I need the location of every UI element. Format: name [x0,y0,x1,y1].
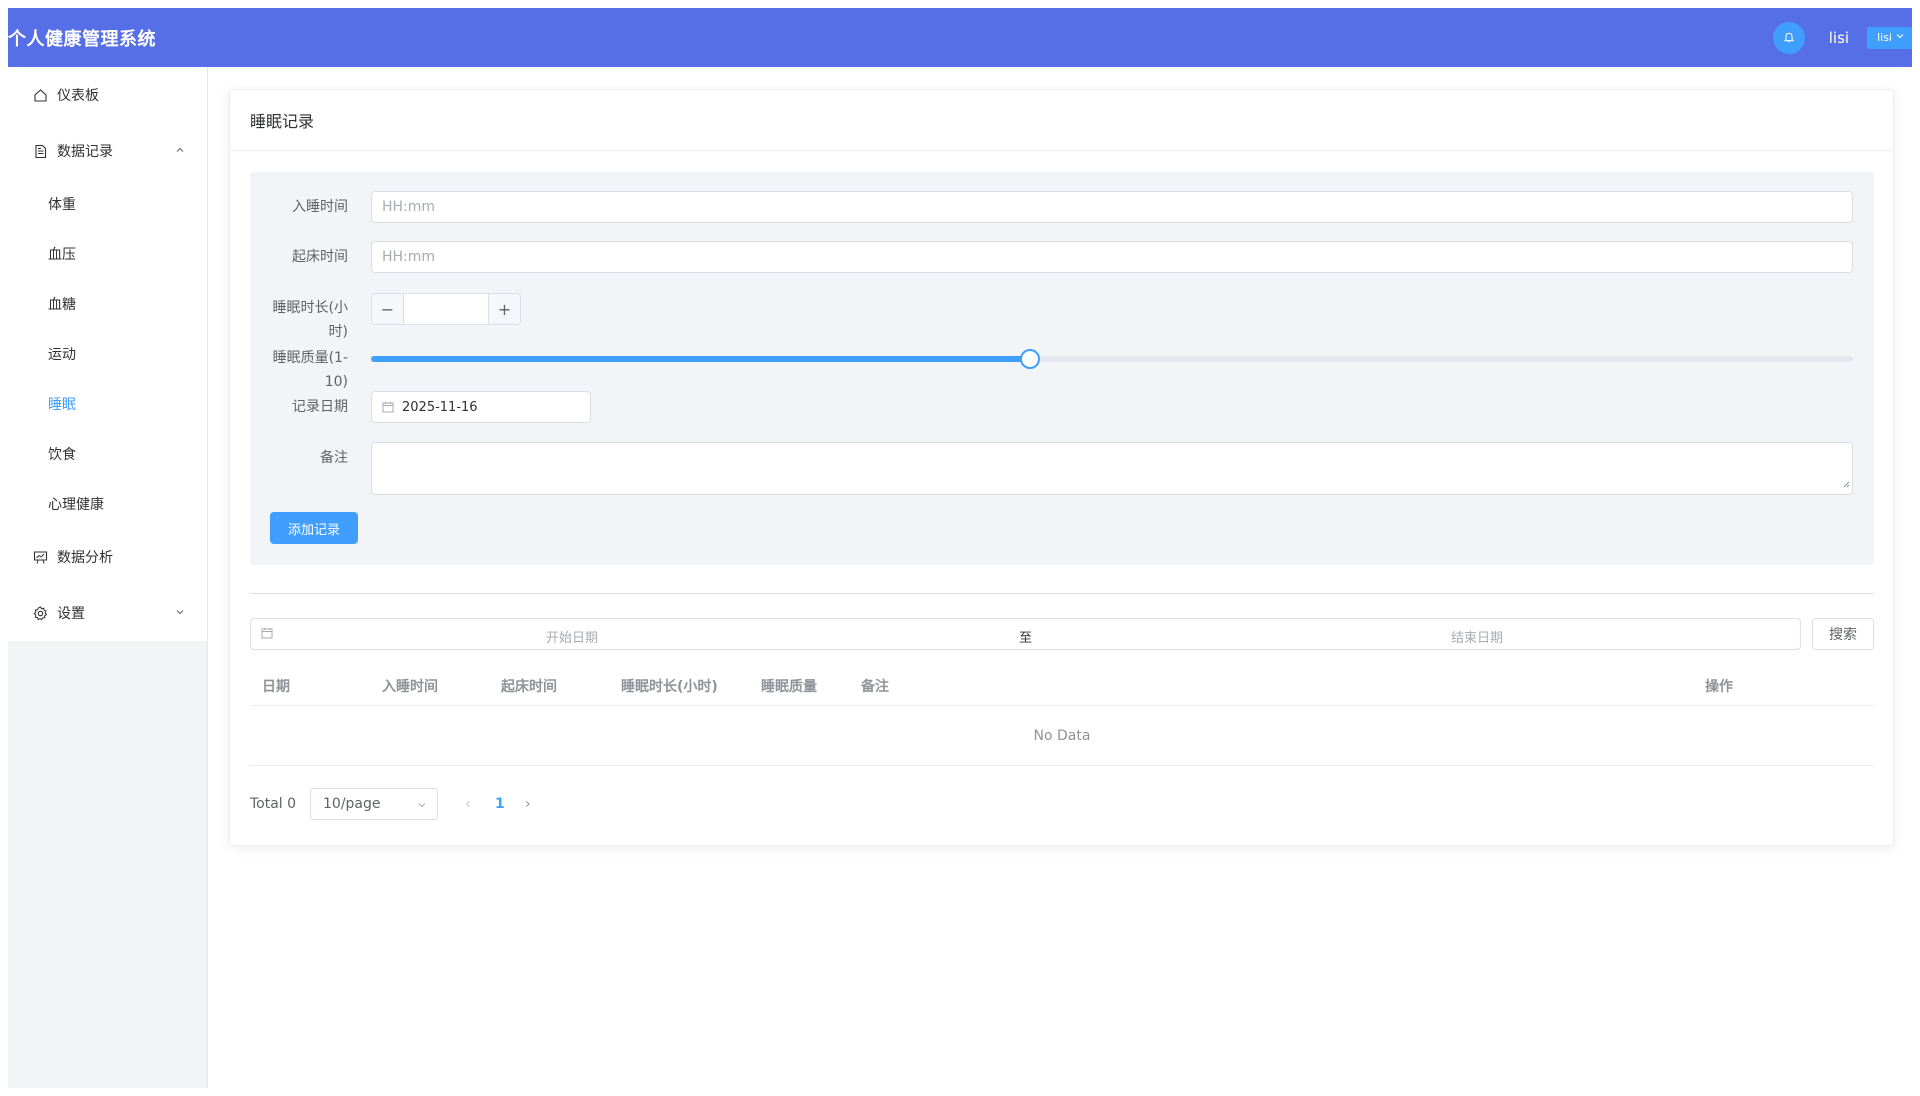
gear-icon [32,605,48,621]
start-date-input[interactable]: 开始日期 [546,627,598,646]
column-header-actions: 操作 [1705,679,1733,695]
note-textarea[interactable] [371,442,1853,495]
sidebar-subitem-weight[interactable]: 体重 [8,179,207,229]
chevron-down-icon [1896,32,1904,43]
note-label: 备注 [320,450,348,466]
sleep-time-placeholder: HH:mm [382,199,436,215]
app-title: 个人健康管理系统 [8,28,156,50]
duration-label: 睡眠时长(小 时) [262,300,348,340]
sidebar-subitem-blood-pressure[interactable]: 血压 [8,229,207,279]
duration-increase-button[interactable]: + [488,294,520,324]
document-icon [32,143,48,159]
column-header-note: 备注 [861,679,889,695]
sidebar-item-settings[interactable]: 设置 [8,585,207,641]
duration-decrease-button[interactable]: − [372,294,404,324]
quality-slider-fill [371,356,1030,362]
wake-time-input[interactable]: HH:mm [371,241,1853,273]
duration-stepper[interactable]: − + [371,293,521,325]
sidebar-subitem-mental-health[interactable]: 心理健康 [8,479,207,529]
quality-label-line1: 睡眠质量(1- [272,350,348,366]
record-date-label: 记录日期 [292,399,348,415]
sidebar-item-label: 数据记录 [57,144,113,160]
notification-button[interactable] [1772,21,1805,54]
record-date-input[interactable]: 2025-11-16 [371,391,591,423]
sidebar-item-label: 仪表板 [57,88,99,104]
sleep-time-label: 入睡时间 [292,199,348,215]
column-header-sleep-time: 入睡时间 [382,679,438,695]
column-header-date: 日期 [262,679,290,695]
page-number-1[interactable]: 1 [495,796,505,812]
sidebar-subitem-blood-sugar[interactable]: 血糖 [8,279,207,329]
calendar-icon [382,401,394,413]
duration-label-line2: 时) [328,324,348,340]
sidebar-subitem-sleep[interactable]: 睡眠 [8,379,207,429]
card-title: 睡眠记录 [230,90,1893,151]
sidebar: 仪表板 数据记录 体重 血压 血糖 运动 睡眠 饮食 心理健康 数据分析 设置 [8,67,208,1088]
quality-label-line2: 10) [324,374,348,390]
wake-time-placeholder: HH:mm [382,249,436,265]
section-divider [250,593,1874,594]
chevron-down-icon [175,605,185,621]
resize-grip-icon[interactable] [1843,476,1850,492]
record-date-value: 2025-11-16 [402,399,478,415]
range-separator: 至 [1019,631,1033,646]
column-header-quality: 睡眠质量 [761,679,817,695]
sidebar-item-label: 数据分析 [57,550,113,566]
user-dropdown-label: lisi [1877,31,1892,44]
chart-board-icon [32,549,48,565]
home-icon [32,87,48,103]
sidebar-subitem-diet[interactable]: 饮食 [8,429,207,479]
app-root: 个人健康管理系统 lisi lisi 仪表板 数据记录 体重 血压 血糖 运动 … [8,8,1912,1088]
sidebar-item-label: 设置 [57,606,85,622]
duration-label-line1: 睡眠时长(小 [272,300,348,316]
calendar-icon [261,627,273,643]
search-button[interactable]: 搜索 [1812,618,1874,650]
sidebar-item-data-records[interactable]: 数据记录 [8,123,207,179]
table-header: 日期 入睡时间 起床时间 睡眠时长(小时) 睡眠质量 备注 操作 [250,662,1874,706]
column-header-duration: 睡眠时长(小时) [621,679,718,695]
sidebar-menu: 仪表板 数据记录 体重 血压 血糖 运动 睡眠 饮食 心理健康 数据分析 设置 [8,67,207,641]
sidebar-subitem-exercise[interactable]: 运动 [8,329,207,379]
chevron-down-icon [417,798,427,814]
header-right: lisi lisi [1772,8,1912,67]
wake-time-label: 起床时间 [292,249,348,265]
add-record-button[interactable]: 添加记录 [270,512,358,544]
quality-slider-handle[interactable] [1019,349,1040,369]
pagination-total: Total 0 [250,796,297,812]
sleep-form: 入睡时间 HH:mm 起床时间 HH:mm 睡眠时长(小 时) − + 睡眠质量… [250,172,1874,565]
sidebar-item-dashboard[interactable]: 仪表板 [8,67,207,123]
column-header-wake-time: 起床时间 [501,679,557,695]
user-dropdown-button[interactable]: lisi [1867,26,1912,49]
sleep-record-card: 睡眠记录 入睡时间 HH:mm 起床时间 HH:mm 睡眠时长(小 时) − + [229,89,1894,846]
sidebar-item-data-analysis[interactable]: 数据分析 [8,529,207,585]
pagination: Total 0 10/page ‹ 1 › [250,788,850,820]
table-empty-text: No Data [250,707,1874,766]
prev-page-button[interactable]: ‹ [465,796,471,812]
quality-label: 睡眠质量(1- 10) [262,350,348,390]
page-size-select[interactable]: 10/page [310,788,438,820]
chevron-up-icon [175,143,185,159]
end-date-input[interactable]: 结束日期 [1451,627,1503,646]
next-page-button[interactable]: › [525,796,531,812]
sleep-time-input[interactable]: HH:mm [371,191,1853,223]
top-header: 个人健康管理系统 lisi lisi [8,8,1912,67]
duration-input[interactable] [404,294,488,324]
page-size-value: 10/page [323,796,381,812]
date-range-picker[interactable]: 开始日期 至 结束日期 [250,618,1801,650]
quality-slider[interactable] [371,349,1853,369]
username-text: lisi [1828,28,1850,47]
bell-icon [1783,32,1794,42]
